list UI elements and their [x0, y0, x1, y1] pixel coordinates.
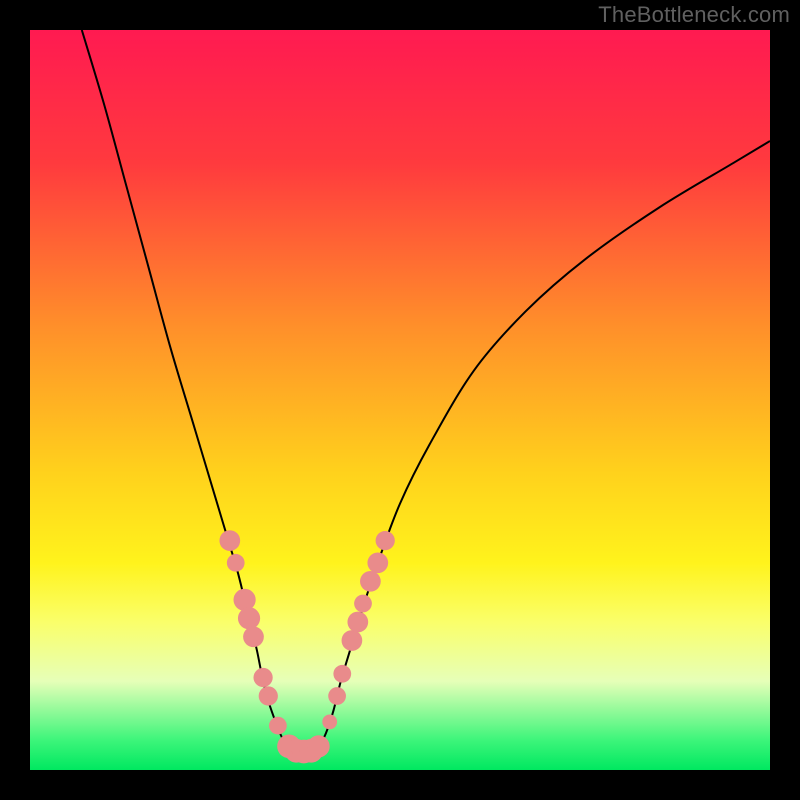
marker-bead	[253, 668, 272, 687]
marker-bead	[322, 715, 337, 730]
chart-plot	[30, 30, 770, 770]
marker-bead	[238, 607, 260, 629]
marker-bead	[376, 531, 395, 550]
marker-bead	[333, 665, 351, 683]
marker-bead	[328, 687, 346, 705]
gradient-background	[30, 30, 770, 770]
marker-bead	[234, 589, 256, 611]
marker-bead	[243, 626, 264, 647]
marker-bead	[347, 612, 368, 633]
marker-bead	[342, 630, 363, 651]
marker-bead	[269, 717, 287, 735]
marker-bead	[367, 552, 388, 573]
marker-bead	[354, 595, 372, 613]
watermark-label: TheBottleneck.com	[598, 2, 790, 28]
chart-frame: TheBottleneck.com	[0, 0, 800, 800]
marker-bead	[259, 686, 278, 705]
marker-bead	[360, 571, 381, 592]
marker-bead	[219, 530, 240, 551]
marker-bead	[227, 554, 245, 572]
marker-bead	[308, 735, 330, 757]
